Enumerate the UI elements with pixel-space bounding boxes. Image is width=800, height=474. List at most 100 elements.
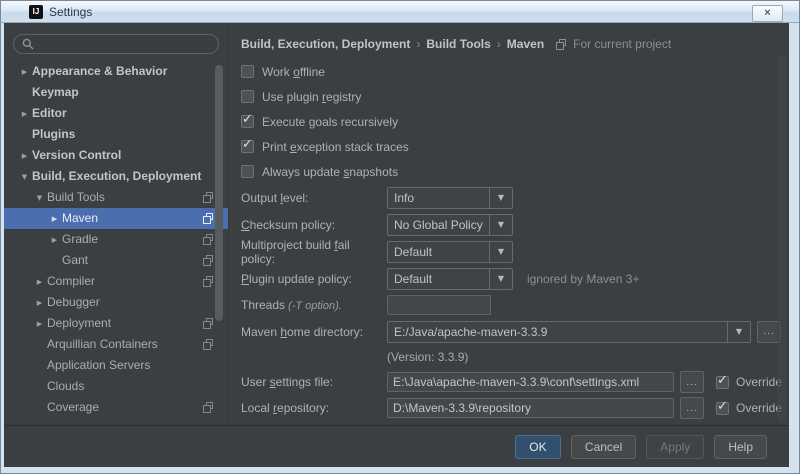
execute-goals-recursively-row: ✓ Execute goals recursively xyxy=(241,109,789,134)
sidebar-item-editor[interactable]: ▶ Editor xyxy=(4,103,228,124)
shared-settings-icon xyxy=(203,234,214,245)
execute-goals-recursively-checkbox[interactable]: ✓ xyxy=(241,112,254,128)
chevron-down-icon[interactable]: ▼ xyxy=(489,241,512,262)
maven-home-directory-value[interactable]: E:/Java/apache-maven-3.3.9 xyxy=(388,325,727,339)
sidebar-item-build-tools[interactable]: ▼ Build Tools xyxy=(4,187,228,208)
sidebar-item-version-control[interactable]: ▶ Version Control xyxy=(4,145,228,166)
chevron-right-icon: ▶ xyxy=(51,236,58,244)
threads-label: Threads (-T option). xyxy=(241,298,342,312)
user-settings-file-browse-button[interactable]: ... xyxy=(680,371,704,393)
shared-settings-icon xyxy=(203,318,214,329)
close-button[interactable]: × xyxy=(752,5,783,22)
sidebar-item-gant[interactable]: Gant xyxy=(4,250,228,271)
sidebar-item-clouds[interactable]: Clouds xyxy=(4,376,228,397)
breadcrumb-build-tools[interactable]: Build Tools xyxy=(426,37,490,51)
sidebar-item-arquillian-containers[interactable]: Arquillian Containers xyxy=(4,334,228,355)
output-level-row: Output level: Info ▼ xyxy=(241,184,789,211)
settings-tree: ▶ Appearance & Behavior Keymap ▶ Editor Pl… xyxy=(4,61,228,425)
sidebar-item-compiler[interactable]: ▶ Compiler xyxy=(4,271,228,292)
maven-home-directory-label: Maven home directory: xyxy=(241,324,364,339)
checksum-policy-select[interactable]: No Global Policy ▼ xyxy=(387,213,513,236)
local-repository-override-checkbox[interactable]: ✓ xyxy=(716,399,729,415)
chevron-right-icon: ▶ xyxy=(21,68,28,76)
work-offline-row: ✓ Work offline xyxy=(241,59,789,84)
sidebar-item-plugins[interactable]: Plugins xyxy=(4,124,228,145)
local-repository-input[interactable] xyxy=(387,398,674,418)
ok-button[interactable]: OK xyxy=(514,434,561,459)
plugin-update-policy-select[interactable]: Default ▼ xyxy=(387,267,513,290)
chevron-right-icon: ▶ xyxy=(36,278,43,286)
sidebar-item-application-servers[interactable]: Application Servers xyxy=(4,355,228,376)
sidebar-item-build-execution-deployment[interactable]: ▼ Build, Execution, Deployment xyxy=(4,166,228,187)
chevron-down-icon: ▼ xyxy=(21,173,28,181)
sidebar-item-label: Application Servers xyxy=(47,358,151,372)
chevron-right-icon: ▶ xyxy=(51,215,58,223)
print-exception-stack-traces-checkbox[interactable]: ✓ xyxy=(241,137,254,153)
for-current-project-label: For current project xyxy=(573,37,672,51)
local-repository-browse-button[interactable]: ... xyxy=(680,397,704,419)
sidebar-item-label: Debugger xyxy=(47,295,100,309)
user-settings-override-label: Override xyxy=(736,375,783,389)
multiproject-build-fail-policy-label: Multiproject build fail policy: xyxy=(241,237,350,266)
output-level-value: Info xyxy=(394,190,415,205)
threads-row: Threads (-T option). xyxy=(241,292,789,318)
output-level-select[interactable]: Info ▼ xyxy=(387,186,513,209)
local-repository-override: ✓ Override xyxy=(716,399,783,415)
multiproject-build-fail-policy-select[interactable]: Default ▼ xyxy=(387,240,513,263)
work-offline-checkbox[interactable]: ✓ xyxy=(241,65,254,78)
always-update-snapshots-checkbox[interactable]: ✓ xyxy=(241,165,254,178)
chevron-down-icon[interactable]: ▼ xyxy=(727,321,750,342)
threads-input[interactable] xyxy=(387,295,491,315)
always-update-snapshots-label: Always update snapshots xyxy=(262,164,399,179)
always-update-snapshots-row: ✓ Always update snapshots xyxy=(241,159,789,184)
user-settings-override-checkbox[interactable]: ✓ xyxy=(716,372,729,389)
maven-home-directory-combobox[interactable]: E:/Java/apache-maven-3.3.9 ▼ xyxy=(387,320,751,343)
shared-settings-icon xyxy=(203,276,214,287)
check-icon: ✓ xyxy=(242,112,253,127)
plugin-update-policy-value: Default xyxy=(394,271,433,286)
cancel-button[interactable]: Cancel xyxy=(570,434,637,459)
maven-settings-panel: Build, Execution, Deployment › Build Too… xyxy=(229,23,789,425)
settings-search-box[interactable] xyxy=(13,34,219,54)
sidebar-item-deployment[interactable]: ▶ Deployment xyxy=(4,313,228,334)
sidebar-item-gradle[interactable]: ▶ Gradle xyxy=(4,229,228,250)
use-plugin-registry-checkbox[interactable]: ✓ xyxy=(241,90,254,103)
chevron-down-icon[interactable]: ▼ xyxy=(489,268,512,289)
plugin-update-policy-note: ignored by Maven 3+ xyxy=(527,271,640,286)
execute-goals-recursively-label: Execute goals recursively xyxy=(262,114,399,129)
chevron-right-icon: ▶ xyxy=(36,320,43,328)
sidebar-item-label: Build Tools xyxy=(47,190,105,204)
sidebar-item-debugger[interactable]: ▶ Debugger xyxy=(4,292,228,313)
shared-settings-icon xyxy=(556,38,567,50)
chevron-down-icon[interactable]: ▼ xyxy=(489,187,512,208)
sidebar-item-label: Gradle xyxy=(62,232,99,246)
sidebar-item-label: Arquillian Containers xyxy=(47,337,158,351)
work-offline-label: Work offline xyxy=(262,64,325,79)
sidebar-item-label: Coverage xyxy=(47,400,100,414)
sidebar-item-label: Appearance & Behavior xyxy=(32,64,168,78)
main-scrollbar[interactable] xyxy=(777,55,786,423)
chevron-down-icon[interactable]: ▼ xyxy=(489,214,512,235)
plugin-update-policy-row: Plugin update policy: Default ▼ ignored … xyxy=(241,265,789,292)
sidebar-item-coverage[interactable]: Coverage xyxy=(4,397,228,418)
shared-settings-icon xyxy=(203,402,214,413)
breadcrumb-build-execution-deployment[interactable]: Build, Execution, Deployment xyxy=(241,37,410,51)
sidebar-scrollbar[interactable] xyxy=(215,65,223,321)
sidebar-item-maven[interactable]: ▶ Maven xyxy=(4,208,228,229)
breadcrumb-separator: › xyxy=(416,37,421,51)
check-icon: ✓ xyxy=(717,372,728,388)
sidebar-item-keymap[interactable]: Keymap xyxy=(4,82,228,103)
search-input[interactable] xyxy=(40,36,210,52)
shared-settings-icon xyxy=(203,339,214,350)
sidebar-item-label: Build, Execution, Deployment xyxy=(32,169,202,183)
print-exception-stack-traces-label: Print exception stack traces xyxy=(262,139,409,154)
breadcrumb-maven: Maven xyxy=(506,37,545,51)
local-repository-override-label: Override xyxy=(736,401,783,415)
settings-window: IJ Settings × ▶ Appearance & Behavior Key… xyxy=(0,0,800,474)
threads-option-hint: (-T option). xyxy=(288,300,342,312)
check-icon: ✓ xyxy=(242,137,253,152)
user-settings-file-input[interactable] xyxy=(387,372,674,392)
chevron-right-icon: ▶ xyxy=(36,299,43,307)
sidebar-item-appearance-behavior[interactable]: ▶ Appearance & Behavior xyxy=(4,61,228,82)
help-button[interactable]: Help xyxy=(714,434,767,459)
